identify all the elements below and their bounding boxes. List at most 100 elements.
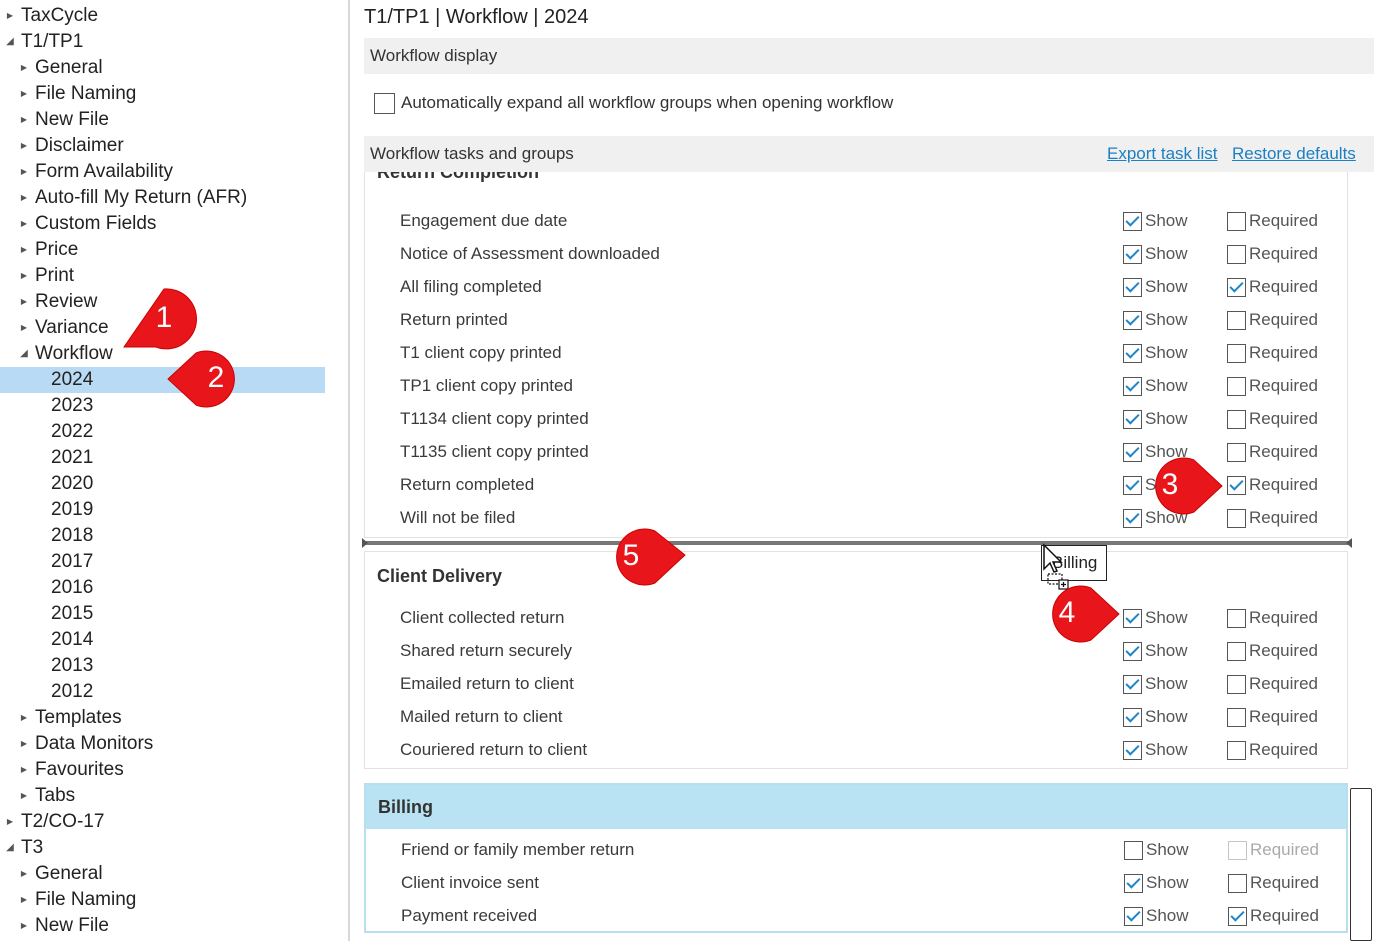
tree-item[interactable]: 2018 (0, 523, 325, 549)
required-option[interactable]: Required (1227, 634, 1318, 667)
show-option[interactable]: Show (1123, 369, 1188, 402)
collapsed-triangle-icon[interactable]: ▶ (18, 211, 30, 237)
show-checkbox[interactable] (1124, 841, 1143, 861)
show-option[interactable]: Show (1123, 700, 1188, 733)
tree-item[interactable]: ▶ Templates (0, 705, 325, 731)
show-option[interactable]: Show (1123, 336, 1188, 369)
show-checkbox[interactable] (1123, 245, 1142, 265)
tree-item[interactable]: ◢ T1/TP1 (0, 29, 325, 55)
show-checkbox[interactable] (1124, 874, 1143, 894)
show-checkbox[interactable] (1123, 311, 1142, 331)
task-row[interactable]: All filing completed Show Required (365, 270, 1347, 303)
required-checkbox[interactable] (1227, 278, 1246, 298)
required-checkbox[interactable] (1228, 874, 1247, 894)
expanded-triangle-icon[interactable]: ◢ (4, 835, 16, 861)
collapsed-triangle-icon[interactable]: ▶ (18, 237, 30, 263)
tree-item[interactable]: ▶ File Naming (0, 887, 325, 913)
tree-item[interactable]: 2012 (0, 679, 325, 705)
tree-item[interactable]: 2014 (0, 627, 325, 653)
required-checkbox[interactable] (1228, 907, 1247, 927)
export-task-list-link[interactable]: Export task list (1107, 136, 1218, 172)
show-checkbox[interactable] (1123, 708, 1142, 728)
show-option[interactable]: Show (1123, 667, 1188, 700)
show-option[interactable]: Show (1124, 899, 1189, 932)
auto-expand-checkbox[interactable] (374, 93, 395, 115)
show-checkbox[interactable] (1123, 377, 1142, 397)
tree-item[interactable]: ▶ New File (0, 913, 325, 939)
show-option[interactable]: Show (1123, 733, 1188, 766)
required-option[interactable]: Required (1227, 303, 1318, 336)
required-checkbox[interactable] (1227, 741, 1246, 761)
collapsed-triangle-icon[interactable]: ▶ (18, 289, 30, 315)
collapsed-triangle-icon[interactable]: ▶ (18, 159, 30, 185)
task-row[interactable]: Payment received Show Required (366, 899, 1348, 932)
required-option[interactable]: Required (1227, 336, 1318, 369)
tree-item[interactable]: 2019 (0, 497, 325, 523)
collapsed-triangle-icon[interactable]: ▶ (18, 133, 30, 159)
required-option[interactable]: Required (1227, 402, 1318, 435)
required-checkbox[interactable] (1227, 609, 1246, 629)
tree-item[interactable]: ▶ Tabs (0, 783, 325, 809)
task-row[interactable]: Return printed Show Required (365, 303, 1347, 336)
tree-item[interactable]: 2017 (0, 549, 325, 575)
show-checkbox[interactable] (1123, 212, 1142, 232)
task-row[interactable]: Mailed return to client Show Required (365, 700, 1347, 733)
required-checkbox[interactable] (1227, 675, 1246, 695)
required-option[interactable]: Required (1228, 899, 1319, 932)
collapsed-triangle-icon[interactable]: ▶ (18, 705, 30, 731)
tree-item[interactable]: 2024 (0, 367, 325, 393)
task-row[interactable]: T1 client copy printed Show Required (365, 336, 1347, 369)
tree-item[interactable]: ▶ Disclaimer (0, 133, 325, 159)
collapsed-triangle-icon[interactable]: ▶ (18, 887, 30, 913)
show-option[interactable]: Show (1123, 270, 1188, 303)
required-option[interactable]: Required (1227, 204, 1318, 237)
show-option[interactable]: Show (1123, 204, 1188, 237)
group-billing[interactable]: Billing Friend or family member return Sh… (364, 783, 1348, 933)
collapsed-triangle-icon[interactable]: ▶ (18, 185, 30, 211)
collapsed-triangle-icon[interactable]: ▶ (18, 107, 30, 133)
show-option[interactable]: Show (1123, 402, 1188, 435)
restore-defaults-link[interactable]: Restore defaults (1232, 136, 1356, 172)
tree-item[interactable]: ▶ New File (0, 107, 325, 133)
tree-item[interactable]: ▶ File Naming (0, 81, 325, 107)
show-checkbox[interactable] (1124, 907, 1143, 927)
collapsed-triangle-icon[interactable]: ▶ (18, 861, 30, 887)
tree-item[interactable]: ▶ Data Monitors (0, 731, 325, 757)
required-option[interactable]: Required (1227, 667, 1318, 700)
task-row[interactable]: Client collected return Show Required (365, 601, 1347, 634)
tree-item[interactable]: ▶ Auto-fill My Return (AFR) (0, 185, 325, 211)
collapsed-triangle-icon[interactable]: ▶ (18, 315, 30, 341)
show-option[interactable]: Show (1123, 303, 1188, 336)
expanded-triangle-icon[interactable]: ◢ (18, 341, 30, 367)
tree-item[interactable]: 2023 (0, 393, 325, 419)
tree-item[interactable]: 2013 (0, 653, 325, 679)
collapsed-triangle-icon[interactable]: ▶ (18, 731, 30, 757)
show-checkbox[interactable] (1123, 675, 1142, 695)
required-option[interactable]: Required (1227, 601, 1318, 634)
required-checkbox[interactable] (1227, 344, 1246, 364)
show-checkbox[interactable] (1123, 278, 1142, 298)
task-row[interactable]: Couriered return to client Show Required (365, 733, 1347, 766)
collapsed-triangle-icon[interactable]: ▶ (18, 55, 30, 81)
task-row[interactable]: Engagement due date Show Required (365, 204, 1347, 237)
required-option[interactable]: Required (1228, 833, 1319, 866)
required-checkbox[interactable] (1227, 642, 1246, 662)
tree-item[interactable]: ◢ T3 (0, 835, 325, 861)
scrollbar-thumb[interactable] (1350, 788, 1372, 941)
tree-item[interactable]: 2015 (0, 601, 325, 627)
show-checkbox[interactable] (1123, 410, 1142, 430)
required-checkbox[interactable] (1227, 311, 1246, 331)
collapsed-triangle-icon[interactable]: ▶ (18, 913, 30, 939)
show-option[interactable]: Show (1124, 833, 1189, 866)
tree-item[interactable]: ▶ Favourites (0, 757, 325, 783)
tree-item[interactable]: 2022 (0, 419, 325, 445)
required-option[interactable]: Required (1227, 369, 1318, 402)
task-row[interactable]: TP1 client copy printed Show Required (365, 369, 1347, 402)
required-option[interactable]: Required (1227, 700, 1318, 733)
tree-item[interactable]: ▶ T2/CO-17 (0, 809, 325, 835)
tree-item[interactable]: ▶ General (0, 55, 325, 81)
tree-item[interactable]: ▶ Custom Fields (0, 211, 325, 237)
tree-item[interactable]: 2016 (0, 575, 325, 601)
required-option[interactable]: Required (1228, 866, 1319, 899)
required-option[interactable]: Required (1227, 237, 1318, 270)
